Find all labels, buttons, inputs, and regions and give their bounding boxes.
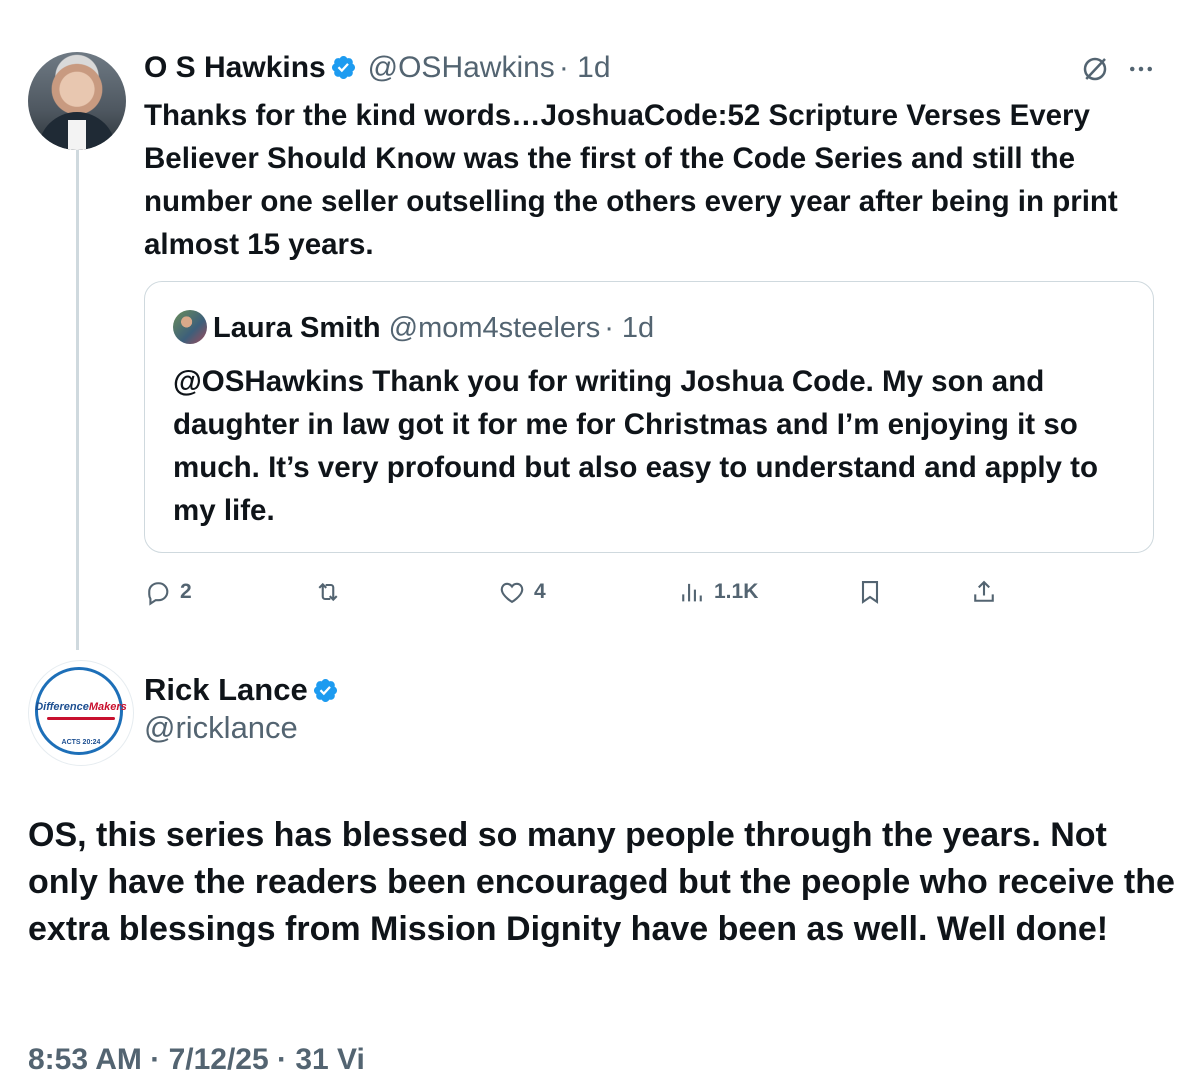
quoted-author-avatar [173, 310, 207, 344]
bookmark-button[interactable] [856, 574, 884, 610]
verified-badge-icon [332, 55, 356, 80]
author-handle[interactable]: @OSHawkins [368, 51, 555, 84]
grok-icon[interactable] [1080, 54, 1110, 89]
tweet-text: Thanks for the kind words…JoshuaCode:52 … [144, 99, 1118, 261]
reply-header: Rick Lance @ricklance [144, 672, 339, 748]
reply-icon [148, 582, 169, 606]
thread-connector-line [76, 150, 79, 650]
tweet-header: O S Hawkins @OSHawkins · 1d [144, 50, 611, 86]
quoted-author-name: Laura Smith [213, 312, 381, 344]
views-icon [682, 583, 702, 602]
repost-icon [318, 582, 338, 602]
quoted-tweet-text: @OSHawkins Thank you for writing Joshua … [173, 365, 1099, 527]
tweet-top-actions [1080, 54, 1156, 89]
bookmark-icon [861, 581, 879, 604]
tweet-time[interactable]: · 1d [559, 51, 611, 84]
author-avatar[interactable] [28, 52, 126, 150]
reply-author-name[interactable]: Rick Lance [144, 672, 308, 707]
logo-verse: ACTS 20:24 [61, 739, 101, 746]
reply-timestamp[interactable]: 8:53 AM · 7/12/25 · 31 Vi [28, 1040, 628, 1080]
repost-button[interactable] [314, 574, 342, 610]
tweet-action-bar: 2 4 1.1K [144, 574, 1164, 610]
quoted-tweet-time: · 1d [604, 312, 655, 344]
share-icon [974, 580, 994, 602]
avatar-shirt [68, 120, 86, 150]
quoted-tweet-card[interactable]: Laura Smith @mom4steelers · 1d @OSHawkins… [144, 281, 1154, 553]
reply-author-handle[interactable]: @ricklance [144, 708, 339, 748]
like-count: 4 [534, 580, 546, 603]
reply-text: OS, this series has blessed so many peop… [28, 816, 1175, 948]
like-button[interactable]: 4 [498, 574, 546, 610]
quoted-tweet-header: Laura Smith @mom4steelers · 1d [173, 310, 654, 346]
reply-author-avatar[interactable]: DifferenceMakers ACTS 20:24 [28, 660, 134, 766]
views-button[interactable]: 1.1K [678, 574, 758, 610]
reply-count: 2 [180, 580, 192, 603]
reply-button[interactable]: 2 [144, 574, 192, 610]
views-count: 1.1K [714, 580, 759, 603]
logo-wordmark: DifferenceMakers [35, 701, 127, 713]
logo-swoosh [47, 717, 115, 720]
author-name[interactable]: O S Hawkins [144, 51, 326, 84]
quoted-author-handle: @mom4steelers [388, 312, 601, 344]
verified-badge-icon [314, 678, 338, 703]
heart-icon [500, 582, 524, 604]
share-button[interactable] [970, 574, 998, 610]
more-options-icon[interactable] [1126, 54, 1156, 89]
